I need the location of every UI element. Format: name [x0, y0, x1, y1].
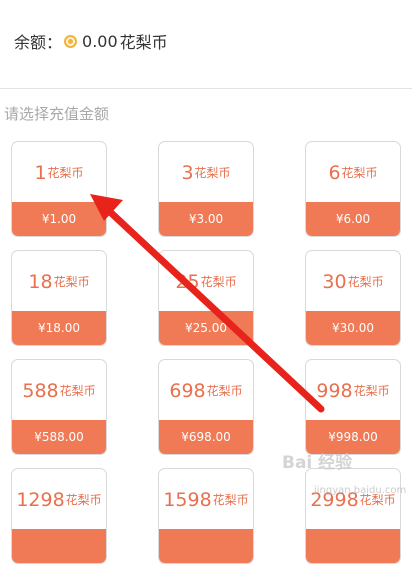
package-amount: 3 — [181, 161, 194, 184]
package-amount: 6 — [328, 161, 341, 184]
package-card-588[interactable]: 588 花梨币 ¥588.00 — [11, 359, 107, 455]
package-coins: 25 花梨币 — [159, 251, 253, 312]
package-price — [306, 529, 400, 563]
package-coins: 6 花梨币 — [306, 142, 400, 203]
package-unit: 花梨币 — [341, 166, 378, 180]
package-card-25[interactable]: 25 花梨币 ¥25.00 — [158, 250, 254, 346]
package-price: ¥698.00 — [159, 420, 253, 454]
package-unit: 花梨币 — [59, 384, 96, 398]
package-coins: 3 花梨币 — [159, 142, 253, 203]
package-unit: 花梨币 — [353, 384, 390, 398]
package-price: ¥3.00 — [159, 202, 253, 236]
package-price: ¥30.00 — [306, 311, 400, 345]
package-price — [159, 529, 253, 563]
package-card-698[interactable]: 698 花梨币 ¥698.00 — [158, 359, 254, 455]
package-amount: 25 — [175, 270, 200, 293]
package-amount: 698 — [169, 379, 206, 402]
package-unit: 花梨币 — [194, 166, 231, 180]
package-price: ¥18.00 — [12, 311, 106, 345]
package-coins: 1 花梨币 — [12, 142, 106, 203]
package-coins: 698 花梨币 — [159, 360, 253, 421]
package-card-1[interactable]: 1 花梨币 ¥1.00 — [11, 141, 107, 237]
package-card-3[interactable]: 3 花梨币 ¥3.00 — [158, 141, 254, 237]
package-price: ¥6.00 — [306, 202, 400, 236]
package-card-18[interactable]: 18 花梨币 ¥18.00 — [11, 250, 107, 346]
package-amount: 18 — [28, 270, 53, 293]
package-price — [12, 529, 106, 563]
package-coins: 30 花梨币 — [306, 251, 400, 312]
package-coins: 998 花梨币 — [306, 360, 400, 421]
watermark-sub: jingyan.baidu.com — [314, 485, 407, 496]
package-price: ¥1.00 — [12, 202, 106, 236]
package-card-30[interactable]: 30 花梨币 ¥30.00 — [305, 250, 401, 346]
package-amount: 588 — [22, 379, 59, 402]
package-amount: 1 — [34, 161, 47, 184]
package-amount: 30 — [322, 270, 347, 293]
package-unit: 花梨币 — [53, 275, 90, 289]
package-price: ¥588.00 — [12, 420, 106, 454]
package-unit: 花梨币 — [206, 384, 243, 398]
package-card-2998[interactable]: 2998 花梨币 — [305, 468, 401, 564]
package-grid: 1 花梨币 ¥1.00 3 花梨币 ¥3.00 6 花梨币 ¥6.00 18 花梨币 ¥18.00 25… — [0, 0, 420, 564]
package-price: ¥25.00 — [159, 311, 253, 345]
package-coins: 588 花梨币 — [12, 360, 106, 421]
package-card-1598[interactable]: 1598 花梨币 — [158, 468, 254, 564]
package-unit: 花梨币 — [47, 166, 84, 180]
package-unit: 花梨币 — [347, 275, 384, 289]
package-card-6[interactable]: 6 花梨币 ¥6.00 — [305, 141, 401, 237]
package-amount: 998 — [316, 379, 353, 402]
package-card-998[interactable]: 998 花梨币 ¥998.00 — [305, 359, 401, 455]
watermark: Bai 经验 — [282, 453, 353, 473]
package-coins: 18 花梨币 — [12, 251, 106, 312]
package-card-1298[interactable]: 1298 花梨币 — [11, 468, 107, 564]
package-unit: 花梨币 — [200, 275, 237, 289]
